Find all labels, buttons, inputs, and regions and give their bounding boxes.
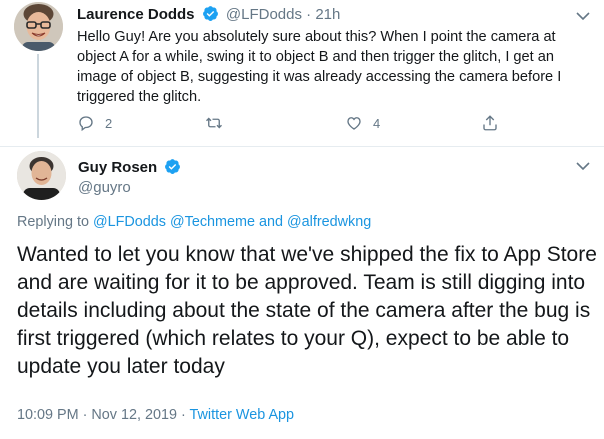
chevron-down-icon[interactable] [576, 11, 590, 21]
parent-tweet[interactable]: Laurence Dodds @LFDodds · 21h Hello Guy!… [0, 0, 604, 146]
replying-to-line: Replying to @LFDodds @Techmeme and @alfr… [17, 214, 371, 230]
chevron-down-icon[interactable] [576, 161, 590, 171]
reply-count: 2 [105, 115, 113, 131]
laurence-dodds-avatar[interactable] [14, 2, 63, 51]
author-handle[interactable]: @LFDodds [226, 6, 302, 23]
tweet-source-link[interactable]: Twitter Web App [190, 407, 295, 423]
reply-icon [79, 116, 93, 132]
mention-link[interactable]: @alfredwkng [287, 214, 371, 230]
share-button[interactable] [481, 114, 499, 132]
tweet-actions: 2 4 [77, 114, 517, 134]
retweet-icon [206, 117, 222, 129]
author-name-row: Guy Rosen [78, 158, 184, 176]
author-name[interactable]: Guy Rosen [78, 159, 157, 176]
mention-and-word[interactable]: and [259, 214, 283, 230]
author-name[interactable]: Laurence Dodds [77, 6, 195, 23]
mention-link[interactable]: @LFDodds [93, 214, 166, 230]
verified-badge-icon [165, 159, 181, 174]
tweet-timestamp[interactable]: 10:09 PM · Nov 12, 2019 · [17, 407, 186, 423]
like-button[interactable]: 4 [345, 114, 380, 132]
thread-connector-line [37, 54, 39, 138]
share-icon [483, 115, 497, 131]
verified-badge-icon [202, 6, 218, 21]
guy-rosen-avatar[interactable] [17, 151, 66, 200]
retweet-button[interactable] [205, 114, 223, 132]
like-icon [347, 117, 361, 130]
tweet-body: Wanted to let you know that we've shippe… [17, 243, 597, 378]
mention-link[interactable]: @Techmeme [170, 214, 255, 230]
header-separator: · [306, 6, 312, 23]
author-handle[interactable]: @guyro [78, 179, 131, 196]
tweet-meta: 10:09 PM · Nov 12, 2019 · Twitter Web Ap… [17, 407, 294, 423]
tweet-body: Hello Guy! Are you absolutely sure about… [77, 29, 562, 105]
tweet-time[interactable]: 21h [315, 6, 340, 23]
focused-tweet: Guy Rosen @guyro Replying to @LFDodds @T… [0, 146, 604, 439]
replying-to-label: Replying to [17, 214, 89, 230]
tweet-header: Laurence Dodds @LFDodds · 21h [77, 5, 340, 23]
like-count: 4 [373, 115, 381, 131]
reply-button[interactable]: 2 [77, 114, 112, 132]
